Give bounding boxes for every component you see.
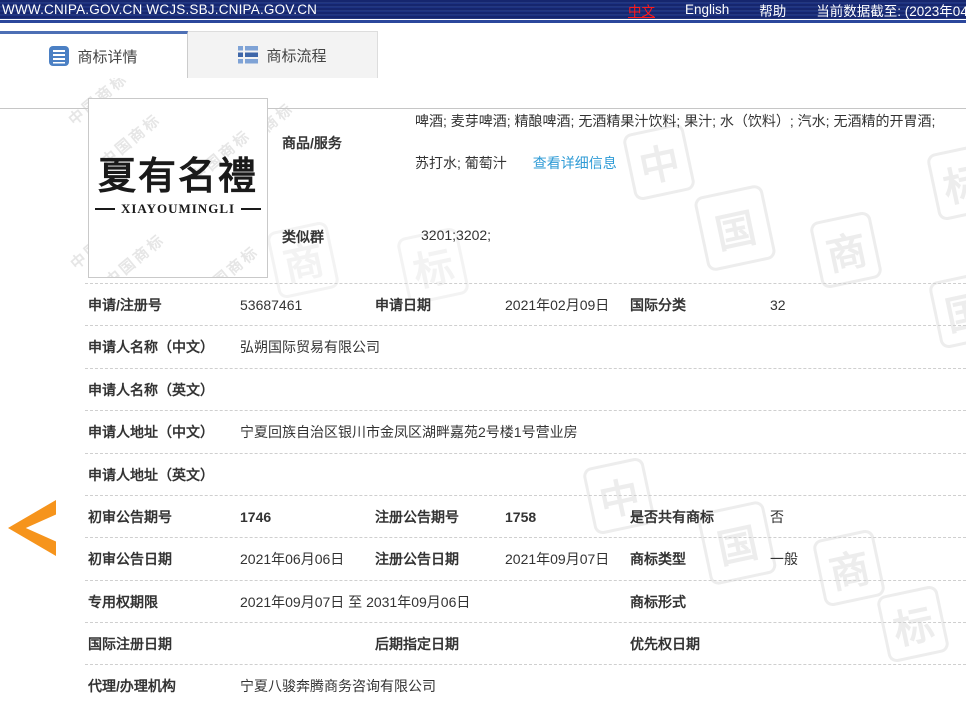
- field-label: 商标类型: [630, 538, 686, 580]
- tab-label: 商标详情: [77, 46, 137, 67]
- trademark-name-text: 夏有名禮: [89, 145, 267, 200]
- table-row: 申请人地址（英文）: [85, 453, 966, 496]
- field-value: 否: [770, 496, 784, 538]
- data-cutoff-note: 当前数据截至: (2023年04: [816, 0, 966, 20]
- field-label: 申请人名称（英文）: [88, 369, 214, 411]
- goods-services-line2: 苏打水; 葡萄汁 查看详细信息: [415, 153, 617, 173]
- field-value: 2021年06月06日: [240, 538, 344, 580]
- field-value: 1746: [240, 496, 271, 538]
- table-row: 专用权期限 2021年09月07日 至 2031年09月06日 商标形式: [85, 580, 966, 623]
- field-value: 宁夏八骏奔腾商务咨询有限公司: [240, 665, 436, 707]
- field-value: 53687461: [240, 284, 302, 326]
- field-label: 初审公告期号: [88, 496, 172, 538]
- table-row: 申请人地址（中文） 宁夏回族自治区银川市金凤区湖畔嘉苑2号楼1号营业房: [85, 410, 966, 453]
- field-value: 1758: [505, 496, 536, 538]
- field-value: 弘朔国际贸易有限公司: [240, 326, 380, 368]
- dash-rule: [241, 208, 261, 210]
- field-label: 申请/注册号: [88, 284, 162, 326]
- field-label: 代理/办理机构: [88, 665, 176, 707]
- table-row: 初审公告期号 1746 注册公告期号 1758 是否共有商标 否: [85, 495, 966, 538]
- field-value: 2021年02月09日: [505, 284, 609, 326]
- field-label: 初审公告日期: [88, 538, 172, 580]
- field-value: 宁夏回族自治区银川市金凤区湖畔嘉苑2号楼1号营业房: [240, 411, 578, 453]
- similar-group-label: 类似群: [282, 227, 324, 247]
- goods-services-line2-text: 苏打水; 葡萄汁: [415, 155, 507, 171]
- field-value: 2021年09月07日: [505, 538, 609, 580]
- field-label: 注册公告期号: [375, 496, 459, 538]
- trademark-latin-label: XIAYOUMINGLI: [121, 201, 235, 217]
- watermark-seal: 标: [926, 142, 966, 221]
- help-link[interactable]: 帮助: [759, 0, 786, 20]
- field-label: 国际注册日期: [88, 623, 172, 665]
- topbar: WWW.CNIPA.GOV.CN WCJS.SBJ.CNIPA.GOV.CN 中…: [0, 0, 966, 19]
- field-label: 注册公告日期: [375, 538, 459, 580]
- goods-services-label: 商品/服务: [282, 133, 342, 153]
- tab-label: 商标流程: [266, 45, 326, 66]
- table-row: 申请人名称（英文）: [85, 368, 966, 411]
- table-row: 申请/注册号 53687461 申请日期 2021年02月09日 国际分类 32: [85, 283, 966, 326]
- field-label: 是否共有商标: [630, 496, 714, 538]
- field-value: 2021年09月07日 至 2031年09月06日: [240, 581, 470, 623]
- tab-bar: 商标详情 商标流程: [0, 31, 966, 78]
- tab-trademark-process[interactable]: 商标流程: [188, 31, 378, 78]
- table-row: 初审公告日期 2021年06月06日 注册公告日期 2021年09月07日 商标…: [85, 537, 966, 580]
- trademark-image[interactable]: 中国商标 中国商标 中国商标 中国商标 夏有名禮 XIAYOUMINGLI: [88, 98, 268, 278]
- watermark-text: 中国商标: [195, 240, 264, 278]
- similar-group-value: 3201;3202;: [421, 227, 491, 243]
- field-label: 专用权期限: [88, 581, 158, 623]
- lang-chinese-link[interactable]: 中文: [628, 0, 655, 20]
- field-label: 后期指定日期: [375, 623, 459, 665]
- collapse-left-arrow[interactable]: [8, 500, 56, 556]
- view-detail-link[interactable]: 查看详细信息: [533, 155, 617, 171]
- field-label: 国际分类: [630, 284, 686, 326]
- table-row: 国际注册日期 后期指定日期 优先权日期: [85, 622, 966, 665]
- trademark-latin-text: XIAYOUMINGLI: [89, 201, 267, 217]
- tab-trademark-detail[interactable]: 商标详情: [0, 31, 188, 78]
- detail-list-icon: [49, 46, 69, 66]
- watermark-text: 中国商标: [101, 228, 170, 278]
- field-value: 32: [770, 284, 786, 326]
- table-row: 申请人名称（中文） 弘朔国际贸易有限公司: [85, 325, 966, 368]
- watermark-seal: 中: [622, 122, 697, 201]
- site-url: WWW.CNIPA.GOV.CN WCJS.SBJ.CNIPA.GOV.CN: [2, 2, 317, 17]
- field-label: 申请人地址（中文）: [88, 411, 214, 453]
- field-label: 商标形式: [630, 581, 686, 623]
- topbar-underline: [0, 20, 966, 23]
- field-value: 一般: [770, 538, 798, 580]
- table-row: 代理/办理机构 宁夏八骏奔腾商务咨询有限公司: [85, 664, 966, 707]
- watermark-seal: 商: [809, 210, 884, 289]
- topbar-menu: 中文 English 帮助 当前数据截至: (2023年04: [628, 0, 966, 19]
- watermark-seal: 国: [693, 184, 777, 273]
- process-list-icon: [238, 45, 258, 65]
- goods-services-line1: 啤酒; 麦芽啤酒; 精酿啤酒; 无酒精果汁饮料; 果汁; 水（饮料）; 汽水; …: [415, 111, 965, 131]
- field-label: 优先权日期: [630, 623, 700, 665]
- field-label: 申请人名称（中文）: [88, 326, 214, 368]
- field-label: 申请人地址（英文）: [88, 454, 214, 496]
- dash-rule: [95, 208, 115, 210]
- lang-english-link[interactable]: English: [685, 2, 729, 17]
- field-label: 申请日期: [375, 284, 431, 326]
